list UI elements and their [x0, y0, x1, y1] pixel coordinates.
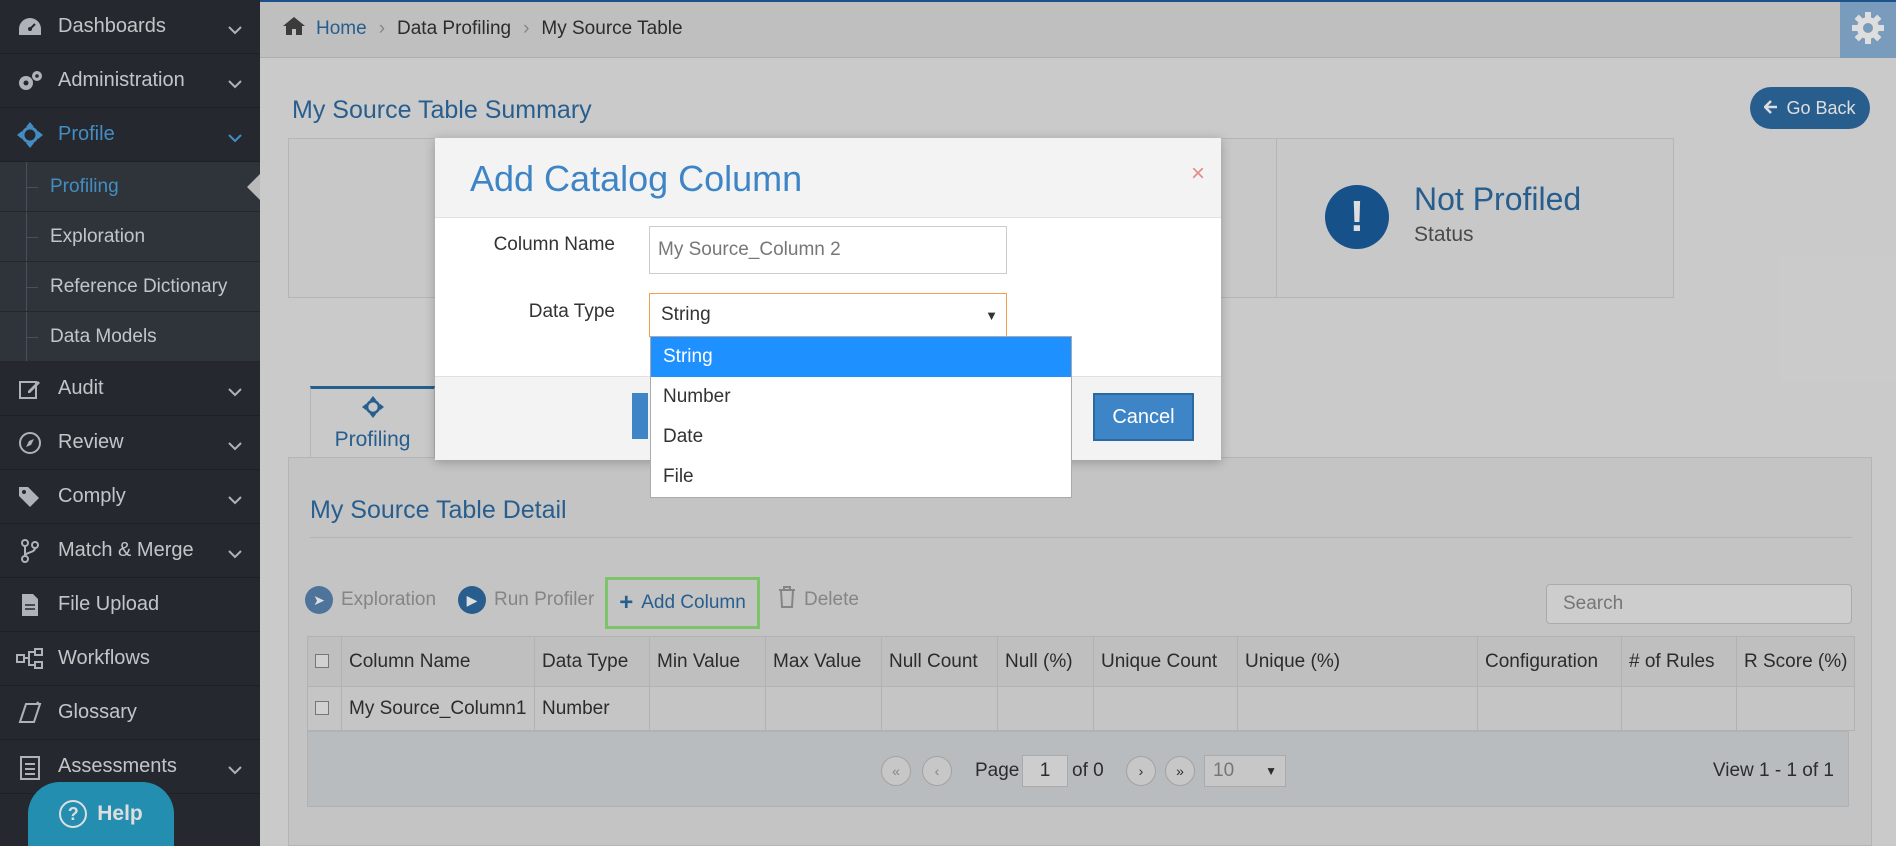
column-name-field[interactable]: My Source_Column 2	[649, 226, 1007, 274]
dropdown-option-number[interactable]: Number	[651, 377, 1071, 417]
modal-title: Add Catalog Column	[470, 158, 803, 199]
data-type-value: String	[661, 304, 711, 325]
dropdown-option-file[interactable]: File	[651, 457, 1071, 497]
data-type-dropdown-list: String Number Date File	[650, 336, 1072, 498]
column-name-label: Column Name	[493, 234, 615, 255]
dropdown-option-string[interactable]: String	[651, 337, 1071, 377]
close-icon[interactable]: ×	[1191, 160, 1205, 188]
data-type-label: Data Type	[528, 301, 615, 322]
dropdown-arrow-icon: ▼	[985, 308, 998, 323]
save-button[interactable]	[632, 393, 648, 439]
modal-header: Add Catalog Column ×	[435, 138, 1221, 218]
dropdown-option-date[interactable]: Date	[651, 417, 1071, 457]
cancel-button[interactable]: Cancel	[1093, 393, 1194, 441]
data-type-select[interactable]: String ▼	[649, 293, 1007, 337]
